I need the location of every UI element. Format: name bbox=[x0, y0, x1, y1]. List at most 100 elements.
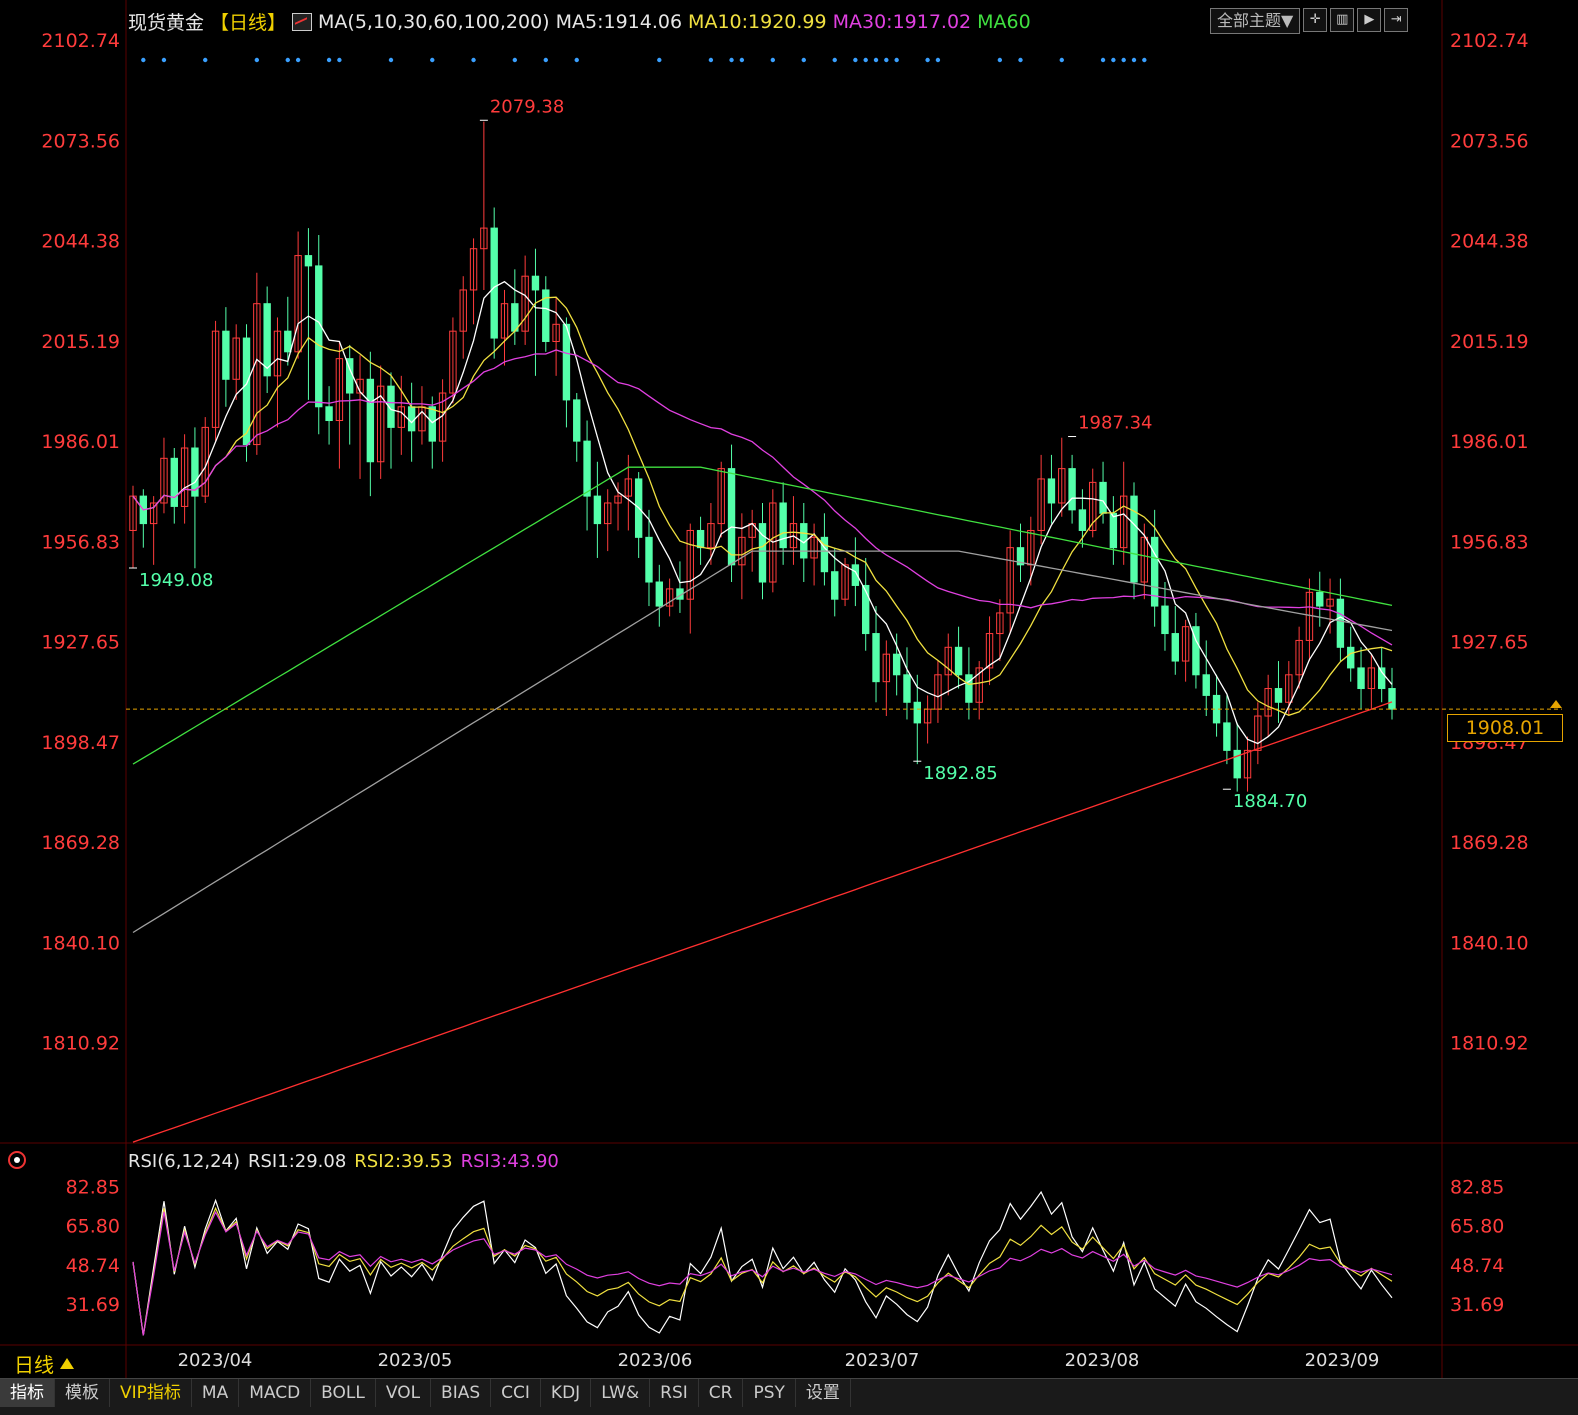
signal-dot bbox=[1111, 57, 1116, 63]
rsi-tick-left: 31.69 bbox=[66, 1294, 120, 1316]
y-tick-left: 1927.65 bbox=[41, 632, 120, 654]
signal-dot bbox=[1059, 57, 1064, 63]
candle-body bbox=[872, 633, 880, 683]
signal-dot bbox=[935, 57, 941, 63]
indicator-tab-bar: 指标 模板 VIP指标 MA MACD BOLL VOL BIAS CCI KDJ LW& RSI CR… bbox=[0, 1378, 1578, 1415]
x-tick: 2023/08 bbox=[1065, 1350, 1140, 1371]
signal-dot bbox=[708, 57, 714, 63]
signal-dot bbox=[894, 57, 899, 63]
y-tick-left: 1898.47 bbox=[41, 732, 120, 754]
candle-body bbox=[954, 646, 963, 676]
candle-body bbox=[1161, 605, 1169, 635]
layout-icon[interactable]: ▥ bbox=[1330, 8, 1355, 32]
ma30-value: MA30:1917.02 bbox=[832, 10, 972, 33]
candle-body bbox=[1171, 633, 1179, 662]
candle-body bbox=[1047, 478, 1056, 504]
candle-body bbox=[1233, 749, 1241, 779]
candle-body bbox=[913, 701, 921, 724]
play-icon[interactable]: ▶ bbox=[1357, 8, 1382, 32]
x-tick: 2023/05 bbox=[378, 1350, 453, 1371]
indicator-settings-icon[interactable] bbox=[8, 1151, 26, 1169]
tab-10[interactable]: LW& bbox=[591, 1379, 651, 1407]
candle-body bbox=[655, 581, 664, 607]
ma60-value: MA60 bbox=[977, 10, 1031, 33]
crosshair-icon[interactable]: ✛ bbox=[1303, 8, 1328, 32]
price-chart[interactable]: 2102.74 2102.74 2073.56 2073.56 2044.38 2044.… bbox=[0, 0, 1578, 1414]
signal-dot bbox=[574, 57, 579, 63]
ma5-value: MA5:1914.06 bbox=[555, 10, 683, 33]
signal-dot bbox=[161, 57, 167, 63]
tab-14[interactable]: 设置 bbox=[796, 1379, 851, 1407]
candle-body bbox=[366, 378, 375, 463]
candle-body bbox=[593, 495, 602, 525]
rsi-tick-right: 65.80 bbox=[1450, 1216, 1504, 1238]
candle-body bbox=[583, 440, 591, 497]
signal-dot bbox=[388, 57, 394, 63]
tab-9[interactable]: KDJ bbox=[541, 1379, 592, 1407]
tab-5[interactable]: BOLL bbox=[311, 1379, 376, 1407]
candle-body bbox=[304, 255, 313, 267]
signal-dot bbox=[863, 57, 868, 63]
signal-dot bbox=[853, 57, 858, 63]
candle-body bbox=[531, 275, 540, 291]
candle-body bbox=[1357, 667, 1365, 690]
tab-11[interactable]: RSI bbox=[650, 1379, 699, 1407]
rsi-tick-right: 48.74 bbox=[1450, 1255, 1504, 1277]
rsi-tick-left: 48.74 bbox=[66, 1255, 120, 1277]
tab-0[interactable]: 指标 bbox=[0, 1379, 55, 1407]
tab-12[interactable]: CR bbox=[699, 1379, 744, 1407]
period-selector-label[interactable]: 日线 bbox=[14, 1349, 54, 1378]
signal-dot bbox=[657, 57, 662, 63]
signal-dot bbox=[430, 57, 435, 63]
signal-dot bbox=[295, 57, 301, 63]
chart-header: 现货黄金 【日线】 MA(5,10,30,60,100,200) MA5:191… bbox=[128, 8, 1031, 35]
y-tick-right: 2044.38 bbox=[1450, 231, 1529, 253]
tab-3[interactable]: MA bbox=[192, 1379, 240, 1407]
candle-body bbox=[284, 330, 292, 353]
signal-dot bbox=[832, 57, 837, 63]
price-annotation: 1987.34 bbox=[1078, 413, 1152, 434]
tab-4[interactable]: MACD bbox=[239, 1379, 312, 1407]
y-tick-right: 2102.74 bbox=[1450, 30, 1529, 52]
candle-body bbox=[965, 674, 973, 703]
tab-6[interactable]: VOL bbox=[376, 1379, 432, 1407]
period-label[interactable]: 【日线】 bbox=[210, 8, 286, 35]
signal-dot bbox=[254, 57, 260, 63]
rsi-label[interactable]: RSI(6,12,24) bbox=[128, 1151, 240, 1172]
candle-body bbox=[222, 330, 230, 380]
signal-dot bbox=[1018, 57, 1023, 63]
y-tick-left: 1810.92 bbox=[41, 1033, 120, 1055]
expand-icon[interactable]: ⇥ bbox=[1384, 8, 1409, 32]
signal-dot bbox=[997, 57, 1003, 63]
candle-body bbox=[1068, 468, 1076, 511]
candle-body bbox=[727, 468, 736, 566]
y-tick-left: 1956.83 bbox=[41, 531, 120, 553]
y-tick-left: 1840.10 bbox=[41, 932, 120, 954]
symbol-name: 现货黄金 bbox=[128, 12, 205, 34]
tab-1[interactable]: 模板 bbox=[55, 1379, 110, 1407]
ma-indicator-icon[interactable] bbox=[292, 12, 313, 31]
price-marker-icon bbox=[1550, 700, 1562, 708]
tab-7[interactable]: BIAS bbox=[431, 1379, 492, 1407]
tab-2[interactable]: VIP指标 bbox=[110, 1379, 192, 1407]
signal-dot bbox=[203, 57, 208, 63]
theme-dropdown[interactable]: 全部主题▼ bbox=[1210, 8, 1301, 34]
candle-body bbox=[1347, 646, 1355, 669]
signal-dot bbox=[543, 57, 548, 63]
candle-body bbox=[696, 529, 705, 549]
candle-body bbox=[325, 406, 333, 422]
tab-8[interactable]: CCI bbox=[491, 1379, 541, 1407]
y-tick-right: 1810.92 bbox=[1450, 1033, 1529, 1055]
rsi1-value: RSI1:29.08 bbox=[248, 1151, 347, 1172]
ma10-value: MA10:1920.99 bbox=[688, 10, 827, 33]
signal-dot bbox=[739, 57, 745, 63]
ma-params[interactable]: MA(5,10,30,60,100,200) bbox=[318, 11, 550, 33]
y-tick-left: 1869.28 bbox=[41, 832, 120, 854]
up-triangle-icon[interactable] bbox=[60, 1358, 74, 1369]
price-annotation: 2079.38 bbox=[490, 96, 564, 117]
price-annotation: 1949.08 bbox=[139, 570, 213, 591]
rsi-tick-right: 82.85 bbox=[1450, 1176, 1504, 1198]
chart-toolbar: 全部主题▼ ✛ ▥ ▶ ⇥ bbox=[1210, 8, 1409, 34]
period-selector[interactable]: 日线 bbox=[14, 1349, 74, 1378]
tab-13[interactable]: PSY bbox=[743, 1379, 796, 1407]
